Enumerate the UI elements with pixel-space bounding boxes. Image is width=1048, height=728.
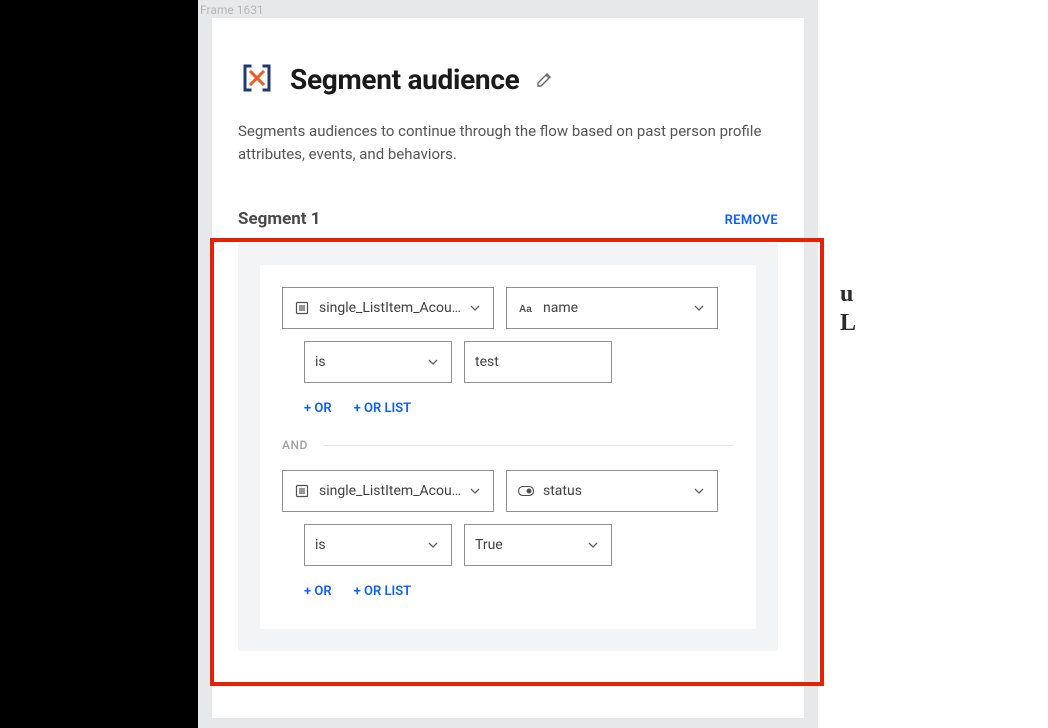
property-label: status (543, 483, 687, 499)
add-or-list-button[interactable]: + OR LIST (354, 401, 412, 416)
add-or-button[interactable]: + OR (304, 401, 332, 416)
segment-logo-icon (238, 60, 276, 98)
background-panel-right (818, 0, 1048, 728)
rule-builder: single_ListItem_Acou… Aa name (238, 243, 778, 651)
list-icon (293, 301, 311, 315)
panel-description: Segments audiences to continue through t… (238, 120, 768, 165)
add-or-list-button[interactable]: + OR LIST (354, 584, 412, 599)
rule-group: single_ListItem_Acou… Aa name (260, 265, 756, 629)
segment-panel: Segment audience Segments audiences to c… (212, 18, 804, 718)
list-icon (293, 484, 311, 498)
chevron-down-icon (587, 539, 601, 551)
operator-select[interactable]: is (304, 341, 452, 383)
entity-label: single_ListItem_Acou… (319, 483, 463, 499)
rule-row: single_ListItem_Acou… Aa name (282, 287, 734, 329)
property-label: name (543, 300, 687, 316)
rule-row: is True (304, 524, 734, 566)
text-prop-icon: Aa (517, 302, 535, 314)
chevron-down-icon (693, 302, 707, 314)
panel-header: Segment audience (238, 60, 778, 98)
rule-row: single_ListItem_Acou… status (282, 470, 734, 512)
entity-select[interactable]: single_ListItem_Acou… (282, 470, 494, 512)
value-select[interactable]: True (464, 524, 612, 566)
operator-label: is (315, 537, 421, 553)
divider-line (324, 445, 734, 446)
or-actions: + OR + OR LIST (304, 401, 734, 416)
svg-text:Aa: Aa (519, 304, 532, 314)
chevron-down-icon (427, 539, 441, 551)
rule-row: is test (304, 341, 734, 383)
annotation-text: u L (840, 280, 856, 338)
operator-label: is (315, 354, 421, 370)
chevron-down-icon (693, 485, 707, 497)
chevron-down-icon (469, 485, 483, 497)
operator-select[interactable]: is (304, 524, 452, 566)
entity-select[interactable]: single_ListItem_Acou… (282, 287, 494, 329)
property-select[interactable]: Aa name (506, 287, 718, 329)
chevron-down-icon (469, 302, 483, 314)
entity-label: single_ListItem_Acou… (319, 300, 463, 316)
frame-label: Frame 1631 (200, 3, 264, 17)
value-text: test (475, 354, 499, 370)
and-divider: AND (282, 438, 734, 452)
or-actions: + OR + OR LIST (304, 584, 734, 599)
page-title: Segment audience (290, 63, 519, 96)
property-select[interactable]: status (506, 470, 718, 512)
edit-title-button[interactable] (535, 69, 555, 89)
remove-segment-link[interactable]: REMOVE (725, 213, 778, 228)
value-input[interactable]: test (464, 341, 612, 383)
chevron-down-icon (427, 356, 441, 368)
add-or-button[interactable]: + OR (304, 584, 332, 599)
and-label: AND (282, 438, 308, 452)
value-label: True (475, 537, 581, 553)
design-canvas: Frame 1631 Segment audience (198, 0, 818, 728)
toggle-prop-icon (517, 486, 535, 496)
segment-header: Segment 1 REMOVE (238, 209, 778, 229)
segment-title: Segment 1 (238, 209, 321, 229)
